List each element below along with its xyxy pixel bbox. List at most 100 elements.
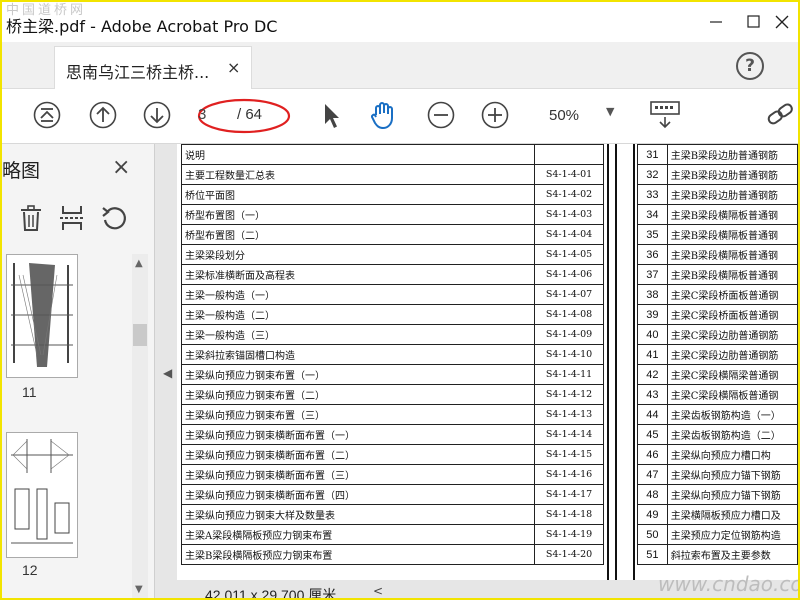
scroll-up-icon[interactable]: ▲ — [135, 258, 143, 269]
page-number-field[interactable] — [198, 104, 224, 128]
drawing-number-cell: 39 — [637, 304, 668, 325]
table-row: 主要工程数量汇总表 S4-1-4-01 — [181, 164, 604, 185]
page-thumbnail[interactable] — [6, 432, 78, 558]
drawing-name-cell: 主梁B梁段横隔板普通钢 — [666, 264, 798, 285]
page-thumbnail[interactable] — [6, 254, 78, 378]
app-window: 中国道桥网 桥主梁.pdf - Adobe Acrobat Pro DC 思南乌… — [0, 0, 800, 600]
drawing-name-cell: 主梁斜拉索锚固槽口构造 — [181, 344, 535, 365]
drawing-name-cell: 主梁纵向预应力钢束横断面布置（三） — [181, 464, 535, 485]
trash-icon[interactable] — [18, 204, 44, 236]
drawing-number-cell: 51 — [637, 544, 668, 565]
drawing-code-cell: S4-1-4-15 — [534, 444, 604, 465]
minimize-button[interactable] — [696, 6, 736, 38]
table-row: 46 主梁纵向预应力槽口构 — [637, 444, 798, 465]
scroll-down-icon[interactable]: ▼ — [135, 584, 143, 595]
help-icon[interactable]: ? — [736, 52, 764, 80]
table-row: 主梁一般构造（二） S4-1-4-08 — [181, 304, 604, 325]
thumbnail-page-number: 11 — [22, 384, 37, 400]
table-row: 38 主梁C梁段桥面板普通钢 — [637, 284, 798, 305]
drawing-name-cell: 主梁纵向预应力锚下钢筋 — [666, 484, 798, 505]
drawing-name-cell: 主梁B梁段边肋普通钢筋 — [666, 184, 798, 205]
table-row: 43 主梁C梁段横隔板普通钢 — [637, 384, 798, 405]
drawing-name-cell: 主梁C梁段边肋普通钢筋 — [666, 324, 798, 345]
table-row: 主梁梁段划分 S4-1-4-05 — [181, 244, 604, 265]
sidebar-title: 略图 — [2, 160, 41, 182]
sidebar-scrollbar[interactable]: ▲ ▼ — [132, 254, 148, 598]
drawing-name-cell: 主梁纵向预应力钢束横断面布置（一） — [181, 424, 535, 445]
tab-document[interactable]: 思南乌江三桥主桥... × — [54, 46, 252, 89]
table-row: 47 主梁纵向预应力锚下钢筋 — [637, 464, 798, 485]
zoom-dropdown[interactable]: 50% ▼ — [522, 101, 622, 131]
drawing-name-cell: 主梁纵向预应力钢束横断面布置（二） — [181, 444, 535, 465]
table-row: 说明 — [181, 144, 604, 165]
drawing-number-cell: 44 — [637, 404, 668, 425]
drawing-code-cell: S4-1-4-03 — [534, 204, 604, 225]
table-row: 51 斜拉索布置及主要参数 — [637, 544, 798, 565]
drawing-name-cell: 主梁B梁段横隔板普通钢 — [666, 204, 798, 225]
extract-pages-icon[interactable] — [58, 204, 86, 236]
drawing-code-cell — [534, 144, 604, 165]
sidebar-close-icon[interactable]: × — [112, 155, 130, 180]
hand-tool-icon[interactable] — [368, 99, 398, 130]
rotate-icon[interactable] — [100, 204, 128, 236]
zoom-out-icon[interactable] — [426, 100, 456, 130]
drawing-number-cell: 47 — [637, 464, 668, 485]
drawing-name-cell: 桥型布置图（一） — [181, 204, 535, 225]
drawing-number-cell: 34 — [637, 204, 668, 225]
thumbnail-drawing — [11, 263, 73, 367]
next-page-icon[interactable] — [142, 100, 172, 130]
drawing-code-cell: S4-1-4-05 — [534, 244, 604, 265]
tab-close-icon[interactable]: × — [227, 58, 240, 77]
table-row: 34 主梁B梁段横隔板普通钢 — [637, 204, 798, 225]
drawing-name-cell: 主梁B梁段横隔板普通钢 — [666, 244, 798, 265]
drawing-name-cell: 主梁C梁段边肋普通钢筋 — [666, 344, 798, 365]
drawing-number-cell: 36 — [637, 244, 668, 265]
drawing-number-cell: 50 — [637, 524, 668, 545]
thumbnail-page-number: 12 — [22, 562, 38, 578]
table-row: 48 主梁纵向预应力锚下钢筋 — [637, 484, 798, 505]
drawing-name-cell: 主梁齿板钢筋构造（二） — [666, 424, 798, 445]
page-dimensions: 42.011 x 29.700 厘米 — [205, 587, 337, 600]
window-title: 桥主梁.pdf - Adobe Acrobat Pro DC — [6, 17, 278, 36]
drawing-number-cell: 42 — [637, 364, 668, 385]
thumbnail-drawing — [11, 439, 73, 544]
keyboard-tool-icon[interactable] — [648, 98, 682, 129]
drawing-code-cell: S4-1-4-18 — [534, 504, 604, 525]
zoom-in-icon[interactable] — [480, 100, 510, 130]
first-page-icon[interactable] — [32, 100, 62, 130]
drawing-name-cell: 桥位平面图 — [181, 184, 535, 205]
drawing-number-cell: 45 — [637, 424, 668, 445]
previous-page-icon[interactable] — [88, 100, 118, 130]
select-arrow-icon[interactable] — [316, 101, 346, 131]
drawing-name-cell: 主梁C梁段桥面板普通钢 — [666, 284, 798, 305]
drawing-code-cell: S4-1-4-09 — [534, 324, 604, 345]
drawing-code-cell: S4-1-4-07 — [534, 284, 604, 305]
link-icon[interactable] — [764, 100, 798, 130]
drawing-code-cell: S4-1-4-17 — [534, 484, 604, 505]
table-row: 桥型布置图（一） S4-1-4-03 — [181, 204, 604, 225]
drawing-code-cell: S4-1-4-20 — [534, 544, 604, 565]
scroll-left-icon[interactable]: < — [373, 584, 383, 598]
table-row: 主梁纵向预应力钢束大样及数量表 S4-1-4-18 — [181, 504, 604, 525]
drawing-name-cell: 主梁纵向预应力钢束布置（一） — [181, 364, 535, 385]
table-row: 主梁纵向预应力钢束布置（二） S4-1-4-12 — [181, 384, 604, 405]
drawing-number-cell: 48 — [637, 484, 668, 505]
drawing-code-cell: S4-1-4-01 — [534, 164, 604, 185]
drawing-name-cell: 主梁梁段划分 — [181, 244, 535, 265]
scrollbar-thumb[interactable] — [133, 324, 147, 346]
drawing-name-cell: 主梁B梁段横隔板普通钢 — [666, 224, 798, 245]
table-row: 50 主梁预应力定位钢筋构造 — [637, 524, 798, 545]
drawing-name-cell: 主梁C梁段横隔梁普通钢 — [666, 364, 798, 385]
collapse-sidebar-icon[interactable]: ◀ — [163, 366, 172, 380]
page-number-input[interactable] — [198, 104, 222, 125]
pdf-page: 说明 主要工程数量汇总表 S4-1-4-01 桥位平面图 S4-1-4-02 桥型布置图（… — [177, 144, 798, 582]
drawing-code-cell: S4-1-4-19 — [534, 524, 604, 545]
drawing-number-cell: 43 — [637, 384, 668, 405]
drawing-code-cell: S4-1-4-12 — [534, 384, 604, 405]
drawing-name-cell: 主梁B梁段边肋普通钢筋 — [666, 144, 798, 165]
close-window-button[interactable] — [766, 6, 798, 38]
table-row: 主梁纵向预应力钢束横断面布置（一） S4-1-4-14 — [181, 424, 604, 445]
tab-label: 思南乌江三桥主桥... — [66, 63, 210, 82]
table-row: 主梁纵向预应力钢束横断面布置（二） S4-1-4-15 — [181, 444, 604, 465]
drawing-name-cell: 主梁一般构造（三） — [181, 324, 535, 345]
